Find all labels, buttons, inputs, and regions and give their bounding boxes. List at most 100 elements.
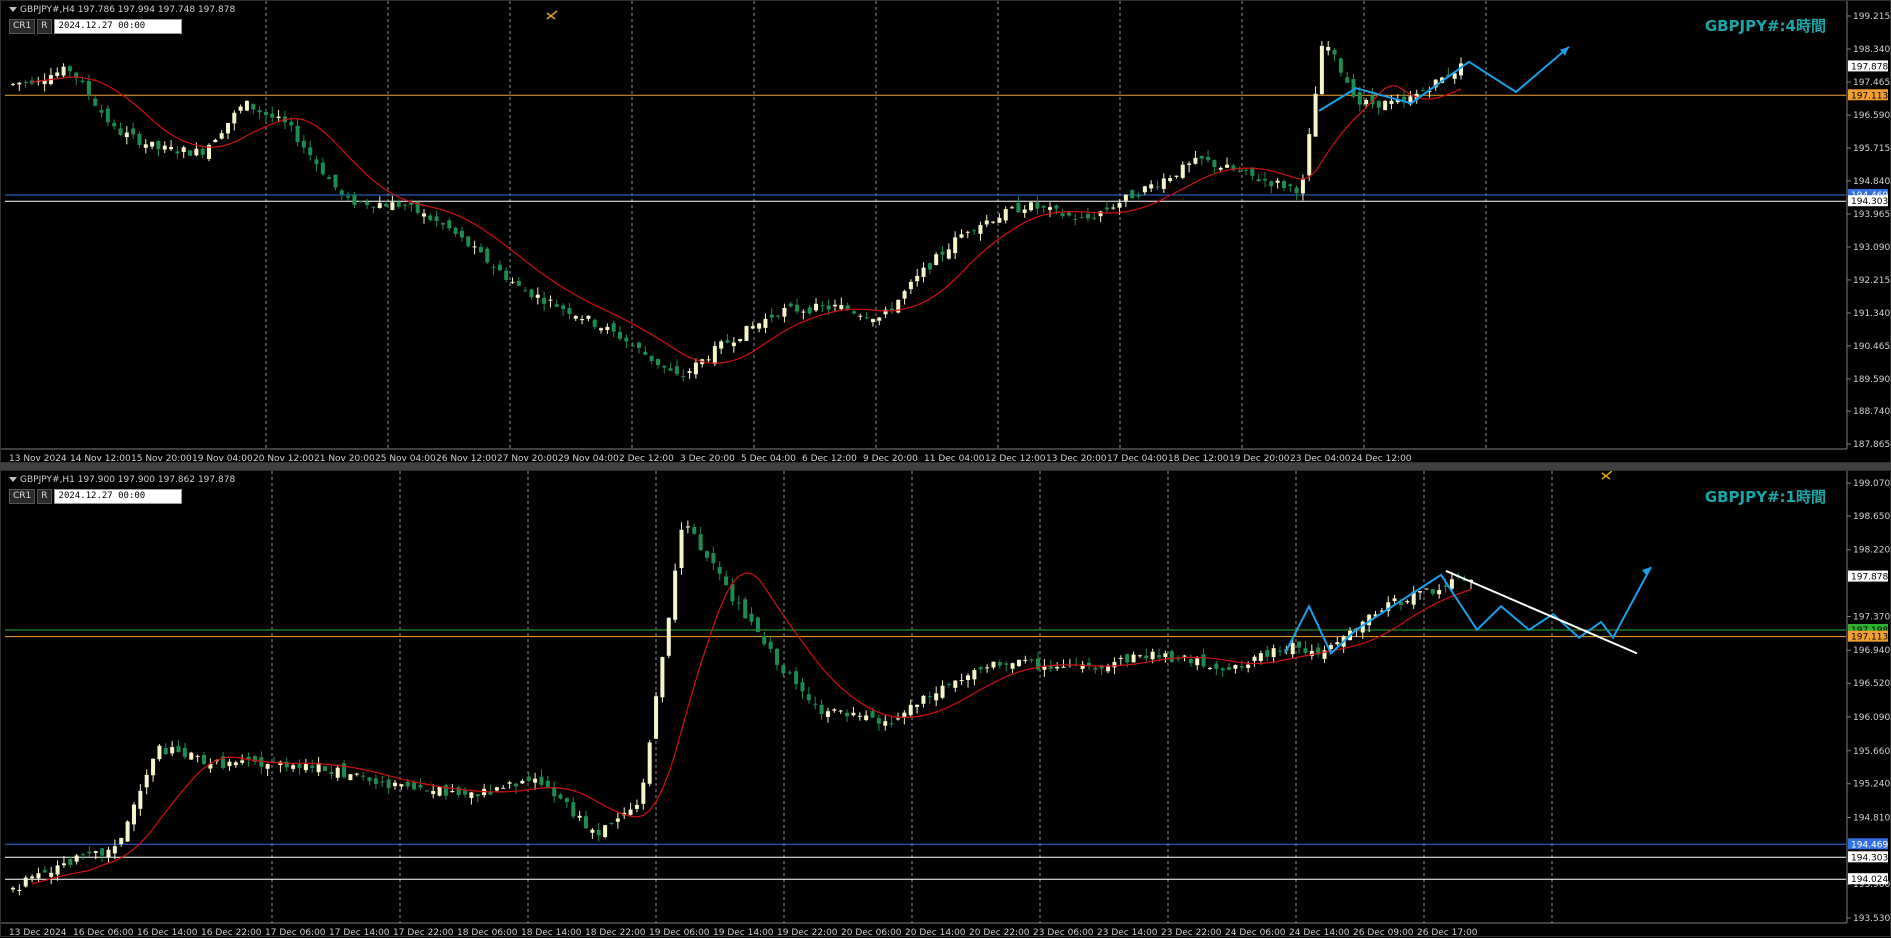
h1-pane-title: GBPJPY#:1時間 [1704,488,1826,506]
candle-body [329,771,334,774]
candle-body [510,281,515,283]
candle-body [1332,49,1337,55]
candle-body [131,128,136,135]
candle-body [1093,667,1098,670]
h1-date-input[interactable]: 2024.12.27 00:00 [53,489,182,504]
candle-body [1214,663,1219,669]
moving-average-line [31,76,1462,364]
candle-body [333,174,338,188]
candle-body [23,877,28,887]
price-axis-label: 193.965 [1853,210,1890,220]
candle-body [1288,184,1293,187]
h1-chart-canvas[interactable]: 13 Dec 2024 16 Dec 06:00 16 Dec 14:00 16 De… [1,471,1891,938]
candle-body [934,254,939,265]
candle-body [1449,579,1454,589]
candle-body [1187,163,1192,165]
candle-body [1376,100,1381,108]
candle-body [768,641,773,649]
candle-body [1313,93,1318,137]
candle-body [1079,217,1084,219]
collapse-triangle-icon[interactable] [9,7,17,12]
candle-body [367,777,372,781]
h4-r-button[interactable]: R [37,19,52,34]
candle-body [1060,213,1065,216]
candle-body [1010,207,1015,209]
candle-body [795,304,800,312]
candle-body [175,151,180,154]
candle-body [466,236,471,247]
candle-body [1118,657,1123,659]
candle-body [1150,651,1155,660]
candle-body [354,773,359,775]
h1-cr-button[interactable]: CR1 [9,489,36,504]
h1-r-button[interactable]: R [37,489,52,504]
candle-body [170,747,175,754]
candle-body [523,290,528,292]
candle-body [590,829,595,833]
candle-body [927,263,932,270]
h4-pane-title: GBPJPY#:4時間 [1704,17,1826,35]
h4-chart-pane[interactable]: 13 Nov 2024 14 Nov 12:00 15 Nov 20:00 19 No… [0,0,1891,464]
h1-chart-pane[interactable]: 13 Dec 2024 16 Dec 06:00 16 Dec 14:00 16 De… [0,470,1891,938]
candle-body [654,696,659,739]
candle-body [405,781,410,787]
candle-body [516,280,521,286]
candle-body [124,132,129,138]
h4-cr-button[interactable]: CR1 [9,19,36,34]
candle-body [636,342,641,349]
candle-body [42,870,47,873]
candle-body [953,237,958,253]
candle-body [422,213,427,217]
candle-body [660,657,665,698]
candle-body [99,109,104,113]
candle-body [736,602,741,604]
candle-body [839,304,844,310]
candle-body [418,784,423,788]
candle-body [902,291,907,299]
candle-body [978,224,983,234]
candle-body [81,854,86,856]
candle-body [934,693,939,701]
candle-body [800,682,805,692]
candle-body [1206,156,1211,161]
candle-body [431,791,436,795]
candle-body [150,141,155,147]
candle-body [213,139,218,143]
candle-body [157,745,162,760]
h4-chart-canvas[interactable]: 13 Nov 2024 14 Nov 12:00 15 Nov 20:00 19 No… [1,1,1891,464]
pane-divider[interactable] [0,463,1891,470]
candle-body [794,671,799,684]
candle-body [1016,202,1021,213]
drawing-object-icon [546,10,558,20]
candle-body [1207,667,1212,669]
candle-body [1227,667,1232,670]
h1-header-text: GBPJPY#,H1 197.900 197.900 197.862 197.8… [20,475,236,485]
price-axis-label: 195.240 [1853,780,1890,790]
candle-body [814,303,819,311]
collapse-triangle-icon[interactable] [9,477,17,482]
candle-body [845,712,850,717]
price-axis-label: 197.465 [1853,78,1890,88]
price-axis-label: 190.465 [1853,342,1890,352]
candle-body [1338,58,1343,73]
price-axis-label: 191.340 [1853,309,1890,319]
candle-body [1125,654,1130,663]
candle-body [1123,194,1128,201]
h4-date-input[interactable]: 2024.12.27 00:00 [53,19,182,34]
candle-body [1016,659,1021,667]
candle-body [316,763,321,773]
candle-body [864,317,869,319]
candle-body [763,318,768,328]
price-axis-label: 196.940 [1853,646,1890,656]
candle-body [225,122,230,134]
candle-body [1294,187,1299,194]
price-axis-label: 198.340 [1853,45,1890,55]
candle-body [1155,186,1160,188]
candle-body [176,746,181,753]
price-axis-label: 189.590 [1853,375,1890,385]
candle-body [67,66,72,72]
candle-body [681,376,686,378]
candle-body [1218,167,1223,170]
candle-body [270,113,275,118]
price-axis-label: 188.740 [1853,407,1890,417]
